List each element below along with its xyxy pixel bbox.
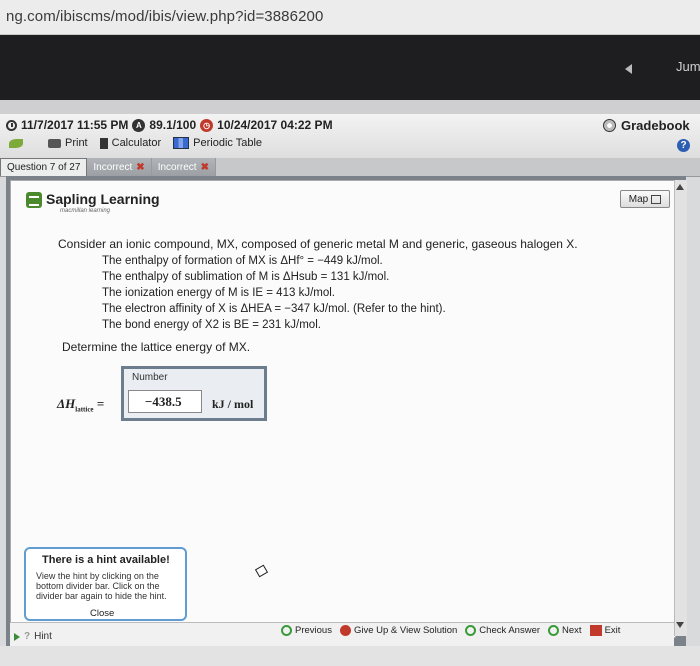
previous-button[interactable]: Previous	[281, 625, 332, 636]
printer-icon	[48, 138, 61, 148]
periodic-table-button[interactable]: Periodic Table	[173, 137, 262, 149]
check-label: Check Answer	[479, 625, 541, 636]
tab-label: Question 7 of 27	[7, 162, 81, 173]
unit-label: kJ / mol	[212, 397, 254, 411]
jump-label[interactable]: Jum	[676, 59, 700, 74]
delta-h-subscript: lattice	[75, 405, 94, 414]
given-enthalpy-sublimation: The enthalpy of sublimation of M is ΔHsu…	[102, 271, 390, 283]
score-value: 89.1/100	[149, 118, 197, 132]
next-button[interactable]: Next	[548, 625, 582, 636]
brand-name: Sapling Learning	[46, 191, 160, 207]
given-enthalpy-formation: The enthalpy of formation of MX is ΔHf° …	[102, 255, 383, 267]
question-tabs: Question 7 of 27 Incorrect ✖ Incorrect ✖	[0, 158, 700, 177]
tools-row: Print Calculator Periodic Table	[48, 137, 262, 149]
calculator-label: Calculator	[111, 137, 162, 149]
gradebook-icon	[603, 119, 616, 132]
brand-sub: macmillan learning	[60, 208, 111, 214]
exit-label: Exit	[604, 625, 621, 636]
equals-sign: =	[96, 396, 105, 411]
lattice-energy-label: ΔHlattice =	[57, 396, 104, 414]
question-intro: Consider an ionic compound, MX, composed…	[58, 237, 578, 251]
tab-label: Incorrect	[93, 161, 133, 173]
sapling-logo-icon	[26, 192, 42, 208]
check-answer-button[interactable]: Check Answer	[465, 625, 540, 636]
assignment-info-row: 11/7/2017 11:55 PM A 89.1/100 ◷ 10/24/20…	[6, 118, 333, 132]
next-icon	[548, 625, 560, 636]
question-nav: Previous Give Up & View Solution Check A…	[281, 625, 620, 636]
clock-icon	[6, 119, 17, 131]
browser-toolbar-band	[0, 35, 700, 100]
map-icon	[651, 194, 662, 204]
check-icon	[465, 625, 477, 636]
expand-arrow-icon	[14, 632, 20, 641]
given-bond-energy: The bond energy of X2 is BE = 231 kJ/mol…	[102, 319, 321, 331]
page-bottom	[0, 646, 700, 666]
given-ionization-energy: The ionization energy of M is IE = 413 k…	[102, 287, 335, 299]
hint-toggle[interactable]: ? Hint	[14, 631, 52, 642]
address-bar[interactable]: ng.com/ibiscms/mod/ibis/view.php?id=3886…	[0, 0, 700, 35]
previous-label: Previous	[295, 625, 332, 636]
calculator-button[interactable]: Calculator	[99, 137, 162, 149]
map-button[interactable]: Map	[620, 190, 670, 208]
help-icon[interactable]: ?	[677, 139, 690, 152]
give-up-button[interactable]: Give Up & View Solution	[339, 625, 458, 636]
previous-icon	[281, 625, 292, 636]
map-label: Map	[628, 193, 649, 205]
question-givens: The enthalpy of formation of MX is ΔHf° …	[102, 253, 446, 333]
periodic-table-label: Periodic Table	[193, 137, 263, 149]
opened-datetime: 11/7/2017 11:55 PM	[21, 118, 129, 132]
scrollbar[interactable]	[674, 180, 687, 636]
number-label: Number	[132, 372, 168, 383]
scroll-down-icon[interactable]	[676, 622, 684, 628]
tab-attempt-1[interactable]: Incorrect ✖	[87, 158, 152, 176]
back-arrow-icon[interactable]	[625, 64, 632, 74]
gradebook-button[interactable]: Gradebook	[603, 118, 690, 133]
due-datetime: 10/24/2017 04:22 PM	[217, 118, 333, 132]
print-label: Print	[65, 137, 88, 149]
next-label: Next	[562, 625, 582, 636]
print-button[interactable]: Print	[48, 137, 88, 149]
answer-input[interactable]: −438.5	[128, 390, 202, 413]
due-date-icon: ◷	[200, 118, 214, 132]
delta-h-symbol: ΔH	[57, 396, 76, 411]
exit-icon	[589, 625, 602, 636]
incorrect-x-icon: ✖	[200, 161, 209, 173]
periodic-table-icon	[173, 137, 190, 149]
given-electron-affinity: The electron affinity of X is ΔHEA = −34…	[102, 303, 446, 315]
scroll-up-icon[interactable]	[676, 184, 684, 190]
exit-button[interactable]: Exit	[589, 625, 621, 636]
question-prompt: Determine the lattice energy of MX.	[62, 340, 251, 354]
hint-question-icon: ?	[24, 631, 31, 642]
give-up-icon	[339, 625, 351, 636]
url-text[interactable]: ng.com/ibiscms/mod/ibis/view.php?id=3886…	[6, 8, 323, 25]
tab-question[interactable]: Question 7 of 27	[0, 158, 88, 176]
tab-attempt-2[interactable]: Incorrect ✖	[151, 158, 216, 176]
gradebook-label: Gradebook	[621, 118, 690, 133]
hint-toggle-label: Hint	[34, 631, 52, 642]
tab-label: Incorrect	[157, 161, 197, 173]
hint-close-button[interactable]: Close	[90, 608, 114, 619]
sapling-leaf-icon	[9, 139, 23, 148]
give-up-label: Give Up & View Solution	[353, 625, 458, 636]
calculator-icon	[99, 137, 108, 149]
hint-title: There is a hint available!	[42, 554, 170, 566]
hint-body: View the hint by clicking on the bottom …	[36, 571, 167, 601]
incorrect-x-icon: ✖	[136, 161, 145, 173]
separator	[0, 100, 700, 114]
hint-popup: There is a hint available! View the hint…	[24, 547, 187, 621]
score-icon: A	[132, 118, 146, 132]
